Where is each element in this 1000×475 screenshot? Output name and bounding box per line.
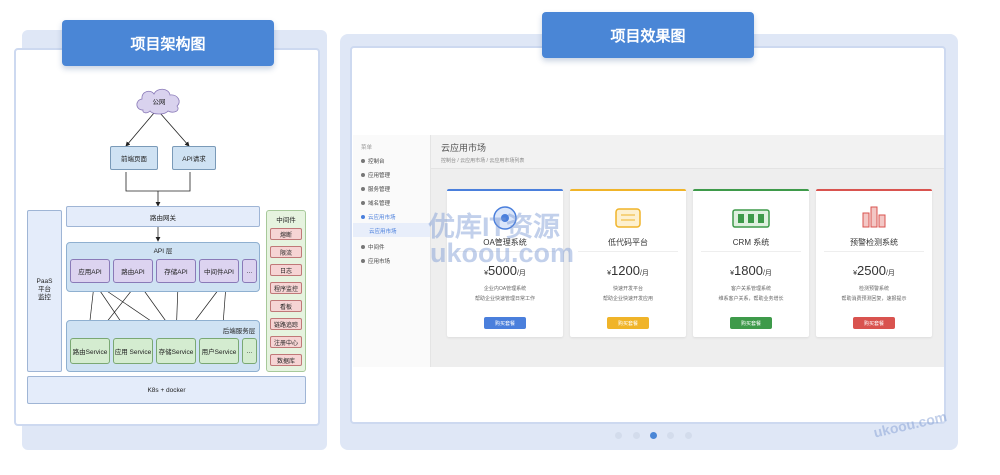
divider	[824, 251, 924, 252]
product-price: ¥1200/月	[607, 263, 649, 278]
sidebar-item[interactable]: 中间件	[361, 243, 385, 251]
sidebar-item-active[interactable]: 云应用市场	[361, 213, 396, 221]
buy-button[interactable]: 购买套餐	[730, 317, 772, 329]
api-box-4: 中间件API	[199, 259, 239, 283]
carousel-dot[interactable]	[685, 432, 692, 439]
paas-monitor-label: PaaS 平台 监控	[36, 278, 53, 301]
frontend-box: 前端页面	[110, 146, 158, 170]
product-desc: 企业内OA管理系统	[483, 286, 527, 292]
app-header: 云应用市场 控制台 / 云应用市场 / 云应用市场列表	[431, 135, 944, 169]
api-box-1: 应用API	[70, 259, 110, 283]
internet-label: 公网	[152, 99, 166, 106]
middleware-item: 熔断	[270, 228, 302, 240]
service-box-more: ...	[242, 338, 257, 364]
sidebar-item[interactable]: 控制台	[361, 157, 385, 165]
domain-icon	[361, 201, 365, 205]
product-desc: 维系客户关系，帮助业务增长	[718, 296, 784, 302]
product-card-lowcode[interactable]: 低代码平台 ¥1200/月 快速开发平台 帮助企业快速开发应用 购买套餐	[570, 189, 686, 337]
buy-button[interactable]: 购买套餐	[484, 317, 526, 329]
product-card-crm[interactable]: CRM 系统 ¥1800/月 客户关系管理系统 维系客户关系，帮助业务增长 购买…	[693, 189, 809, 337]
middleware-item: 限流	[270, 246, 302, 258]
product-desc: 检测预警系统	[858, 286, 889, 292]
product-name: CRM 系统	[732, 238, 770, 247]
sidebar-subitem[interactable]: 云应用市场	[369, 227, 397, 235]
product-desc: 客户关系管理系统	[730, 286, 771, 292]
middleware-title: 中间件	[276, 217, 296, 224]
product-card-alert[interactable]: 预警检测系统 ¥2500/月 检测预警系统 帮助消费预测回复，速报提示 购买套餐	[816, 189, 932, 337]
api-request-box: API请求	[172, 146, 216, 170]
app-icon	[361, 173, 365, 177]
product-desc: 帮助企业快速开发应用	[602, 296, 653, 302]
app-page-title: 云应用市场	[441, 143, 487, 153]
market-icon	[361, 215, 365, 219]
middleware-item: 程序监控	[270, 282, 302, 294]
product-desc: 帮助消费预测回复，速报提示	[841, 296, 907, 302]
service-box-1: 路由Service	[70, 338, 110, 364]
watermark-text: ukoou.com	[430, 238, 575, 268]
middleware-item: 注册中心	[270, 336, 302, 348]
middleware-item: 日志	[270, 264, 302, 276]
api-box-2: 路由API	[113, 259, 153, 283]
sidebar-item[interactable]: 应用管理	[361, 171, 390, 179]
store-icon	[361, 259, 365, 263]
home-icon	[361, 159, 365, 163]
service-box-4: 用户Service	[199, 338, 239, 364]
buy-button[interactable]: 购买套餐	[853, 317, 895, 329]
service-icon	[361, 187, 365, 191]
api-box-more: ...	[242, 259, 257, 283]
sidebar-item[interactable]: 应用市场	[361, 257, 390, 265]
divider	[701, 251, 801, 252]
alert-icon	[862, 206, 886, 228]
product-price: ¥1800/月	[730, 263, 772, 278]
app-sidebar: 菜单 控制台 应用管理 服务管理 域名管理 云应用市场 云应用市场 中间件 应用…	[353, 135, 431, 367]
sidebar-item[interactable]: 服务管理	[361, 185, 390, 193]
middleware-item: 数据库	[270, 354, 302, 366]
api-box-3: 存储API	[156, 259, 196, 283]
product-name: 预警检测系统	[850, 238, 898, 247]
sidebar-item[interactable]: 域名管理	[361, 199, 390, 207]
preview-title: 项目效果图	[542, 12, 754, 58]
product-price: ¥2500/月	[853, 263, 895, 278]
carousel-dot[interactable]	[633, 432, 640, 439]
divider	[578, 251, 678, 252]
service-box-3: 存储Service	[156, 338, 196, 364]
carousel-dot-active[interactable]	[650, 432, 657, 439]
middleware-item: 链路追踪	[270, 318, 302, 330]
middleware-icon	[361, 245, 365, 249]
infra-box: K8s + docker	[27, 376, 306, 404]
backend-layer-title: 后端服务层	[222, 328, 256, 335]
crm-icon	[732, 209, 770, 228]
gateway-box: 路由网关	[66, 206, 260, 227]
api-layer-title: API 层	[153, 248, 173, 255]
product-name: 低代码平台	[608, 238, 648, 247]
service-box-2: 应用 Service	[113, 338, 153, 364]
product-desc: 快速开发平台	[612, 286, 643, 292]
product-desc: 帮助企业快速管理日常工作	[474, 296, 535, 302]
sidebar-header: 菜单	[361, 145, 373, 151]
carousel-dot[interactable]	[667, 432, 674, 439]
buy-button[interactable]: 购买套餐	[607, 317, 649, 329]
lowcode-icon	[615, 208, 641, 228]
carousel-dot[interactable]	[615, 432, 622, 439]
app-breadcrumb: 控制台 / 云应用市场 / 云应用市场列表	[441, 158, 525, 164]
middleware-item: 看板	[270, 300, 302, 312]
